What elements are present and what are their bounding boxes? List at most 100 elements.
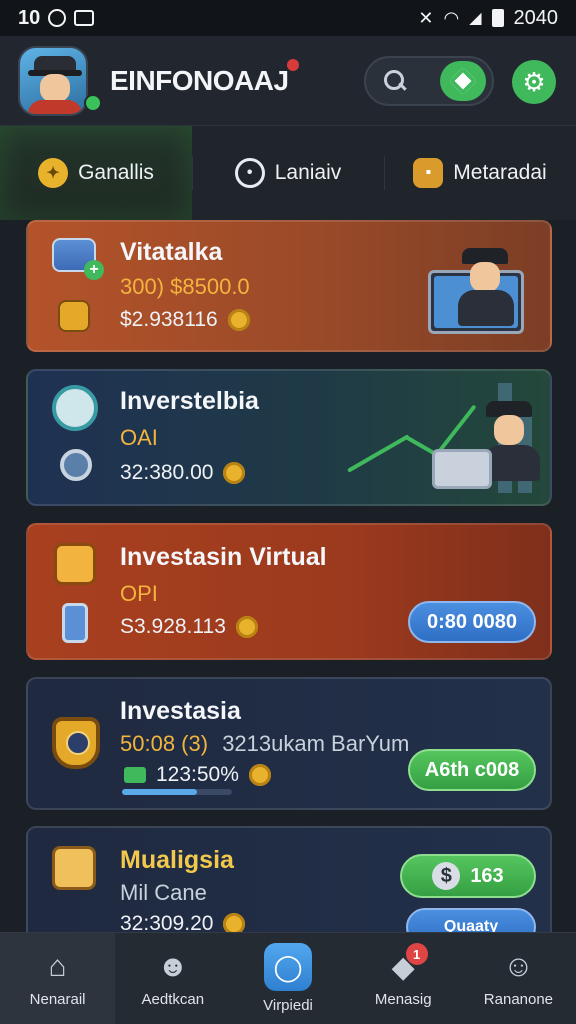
tab-laniaiv[interactable]: • Laniaiv	[192, 126, 384, 220]
online-status-dot	[84, 94, 102, 112]
bag-icon: ▪	[413, 158, 444, 188]
badge-icon	[52, 385, 98, 431]
signal-icon: ◢	[469, 10, 482, 27]
status-left-text: 10	[18, 6, 41, 29]
nav-label: Rananone	[483, 991, 554, 1008]
card-title: Investasia	[120, 697, 241, 725]
app-title: EINFONOAAJ	[110, 58, 299, 97]
nav-item-inbox[interactable]: ◆ 1 Menasig	[346, 933, 461, 1024]
button-label: 0:80 0080	[426, 610, 518, 633]
laptop-shape	[432, 449, 492, 489]
card-action-button[interactable]: $ 163	[400, 854, 536, 898]
battery-icon	[491, 9, 504, 27]
face-shape	[470, 262, 500, 292]
dollar-icon: $	[432, 862, 461, 890]
card-subtitle: OPI	[120, 581, 158, 606]
investment-card-investasin-virtual[interactable]: Investasin Virtual OPI S3.928.113 0:80 0…	[26, 523, 552, 660]
mute-icon: ✕	[418, 7, 434, 28]
status-left: 10	[18, 6, 95, 30]
nav-label: Nenarail	[29, 991, 86, 1008]
tab-label: Laniaiv	[274, 161, 342, 184]
card-action-button[interactable]: 0:80 0080	[408, 601, 536, 643]
bottom-navigation: ⌂ Nenarail ☻ Aedtkcan ◯ Virpiedi ◆ 1 Men…	[0, 932, 576, 1024]
magnify-icon	[60, 449, 92, 481]
nav-badge: 1	[405, 943, 428, 965]
coin-icon	[235, 616, 258, 638]
card-subtitle-row: 50:08 (3) 3213ukam BarYum	[120, 731, 409, 757]
search-bar[interactable]	[364, 56, 494, 106]
card-title: Investasin Virtual	[120, 543, 327, 571]
card-action-button[interactable]: A6th c008	[408, 749, 536, 791]
card-value: 32:380.00	[120, 461, 246, 485]
investment-card-vitatalka[interactable]: Vitatalka 300) $8500.0 $2.938116	[26, 220, 552, 352]
status-time: 2040	[513, 6, 559, 29]
tab-label: Ganallis	[78, 161, 154, 184]
users-icon: ☻	[157, 950, 189, 983]
trend-line	[347, 434, 410, 473]
gem-button[interactable]	[440, 61, 486, 101]
card-add-icon	[52, 238, 104, 280]
card-value-text: S3.928.113	[120, 615, 226, 638]
nav-label: Virpiedi	[263, 997, 313, 1014]
coin-icon	[223, 462, 246, 484]
avatar-face	[40, 73, 70, 102]
app-title-text: EINFONOAAJ	[110, 64, 289, 96]
card-title: Mualigsia	[120, 846, 234, 874]
notification-dot	[286, 58, 299, 71]
investment-card-investasia[interactable]: Investasia 50:08 (3) 3213ukam BarYum 123…	[26, 677, 552, 810]
status-right: ✕ ◠ ◢ 2040	[418, 7, 558, 30]
cash-icon	[124, 767, 146, 783]
coin-icon	[227, 309, 250, 331]
card-value-text: 123:50%	[156, 763, 239, 786]
box-icon	[52, 846, 96, 890]
tab-ganallis[interactable]: ✦ Ganallis	[0, 126, 192, 220]
category-tabs: ✦ Ganallis • Laniaiv ▪ Metaradai	[0, 126, 576, 220]
card-subtitle: Mil Cane	[120, 880, 207, 905]
card-subtitle-extra: 3213ukam BarYum	[222, 731, 410, 756]
card-title: Vitatalka	[120, 238, 223, 266]
card-title: Inverstelbia	[120, 387, 259, 415]
investment-card-inverstelbia[interactable]: Inverstelbia OAI 32:380.00	[26, 369, 552, 506]
search-icon[interactable]	[382, 68, 408, 94]
card-value-text: $2.938116	[120, 308, 218, 331]
tab-label: Metaradai	[453, 161, 547, 184]
chat-bubble-icon: •	[234, 158, 265, 188]
gear-icon: ⚙	[522, 66, 546, 97]
trader-illustration	[432, 397, 550, 497]
nav-label: Menasig	[374, 991, 432, 1008]
nav-item-users[interactable]: ☻ Aedtkcan	[115, 933, 230, 1024]
app-header: EINFONOAAJ ⚙	[0, 36, 576, 126]
tab-metaradai[interactable]: ▪ Metaradai	[384, 126, 576, 220]
nav-item-home[interactable]: ⌂ Nenarail	[0, 933, 116, 1024]
notification-icon	[48, 9, 67, 27]
card-value: $2.938116	[120, 308, 250, 332]
progress-fill	[122, 789, 197, 795]
nav-item-profile[interactable]: ☺ Rananone	[461, 933, 576, 1024]
pencil-icon	[54, 543, 96, 585]
face-shape	[494, 415, 524, 445]
coin-badge-icon: ✦	[38, 158, 69, 188]
card-subtitle: OAI	[120, 425, 158, 450]
avatar[interactable]	[18, 45, 88, 116]
avatar-suit	[28, 99, 82, 114]
card-subtitle: 50:08 (3)	[120, 731, 209, 756]
home-icon: ⌂	[48, 950, 67, 983]
nav-item-chat[interactable]: ◯ Virpiedi	[230, 933, 345, 1024]
progress-bar	[122, 789, 232, 795]
gem-icon	[448, 66, 478, 96]
coin-icon	[248, 764, 271, 786]
button-label: A6th c008	[424, 758, 520, 781]
nav-label: Aedtkcan	[141, 991, 205, 1008]
card-value: 123:50%	[124, 763, 271, 787]
wifi-icon: ◠	[443, 7, 460, 28]
phone-icon	[62, 603, 88, 643]
settings-button[interactable]: ⚙	[512, 60, 556, 104]
profile-icon: ☺	[503, 950, 534, 983]
trader-illustration	[424, 244, 544, 344]
card-value-text: 32:380.00	[120, 461, 214, 484]
button-label: 163	[470, 864, 504, 887]
shield-compass-icon	[52, 717, 100, 769]
media-icon	[74, 10, 95, 26]
status-bar: 10 ✕ ◠ ◢ 2040	[0, 0, 576, 36]
chat-icon: ◯	[264, 943, 312, 991]
